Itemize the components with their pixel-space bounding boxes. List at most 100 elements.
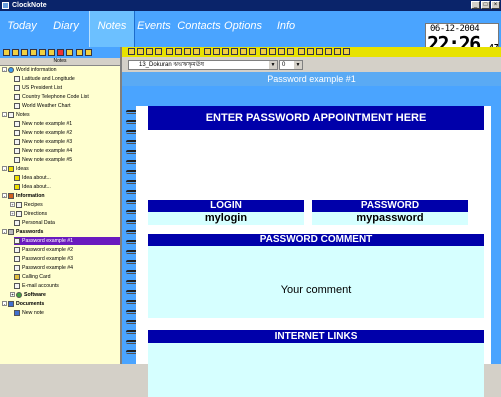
font-select[interactable]: 13_Dokuran ঝভঋৠমঊষ ▼: [128, 60, 278, 70]
find-icon[interactable]: [298, 48, 305, 55]
note-icon: [16, 201, 22, 208]
tree-item[interactable]: Calling Card: [14, 273, 51, 281]
tab-events[interactable]: Events: [134, 11, 174, 47]
note-icon: [14, 147, 20, 154]
align-right-icon[interactable]: [222, 48, 229, 55]
undo-icon[interactable]: [278, 48, 285, 55]
tree-item[interactable]: New note example #1: [14, 120, 72, 128]
note-icon: [14, 84, 20, 91]
underline-icon[interactable]: [184, 48, 191, 55]
tree-item[interactable]: Idea about...: [14, 183, 51, 191]
bullets-icon[interactable]: [231, 48, 238, 55]
align-center-icon[interactable]: [213, 48, 220, 55]
warning-icon: [14, 183, 20, 190]
tree-item-world-information[interactable]: - World information: [2, 66, 57, 74]
insert-date-icon[interactable]: [307, 48, 314, 55]
app-icon: [2, 2, 9, 9]
tree-item[interactable]: Password example #4: [14, 264, 73, 272]
tree-item[interactable]: Password example #2: [14, 246, 73, 254]
chevron-down-icon[interactable]: ▼: [294, 61, 302, 69]
italic-icon[interactable]: [175, 48, 182, 55]
note-icon: [14, 219, 20, 226]
highlight-icon[interactable]: [269, 48, 276, 55]
maximize-button[interactable]: □: [481, 1, 490, 9]
move-down-icon[interactable]: [85, 49, 92, 56]
paste-item-icon[interactable]: [48, 49, 55, 56]
comment-value[interactable]: Your comment: [148, 246, 484, 318]
preview-icon[interactable]: [334, 48, 341, 55]
main-nav: Today Diary Notes Events Contacts Option…: [0, 11, 501, 57]
tree-item-passwords[interactable]: - Passwords: [2, 228, 43, 236]
tree-item-documents[interactable]: - Documents: [2, 300, 44, 308]
tree-item[interactable]: New note: [14, 309, 44, 317]
lock-icon: [8, 228, 14, 235]
chevron-down-icon[interactable]: ▼: [269, 61, 277, 69]
delete-item-icon[interactable]: [57, 49, 64, 56]
print-icon[interactable]: [325, 48, 332, 55]
tree-header: Notes: [0, 58, 120, 66]
paste-icon[interactable]: [155, 48, 162, 55]
tree-item[interactable]: New note example #3: [14, 138, 72, 146]
tree-item[interactable]: Personal Data: [14, 219, 55, 227]
copy-item-icon[interactable]: [39, 49, 46, 56]
note-icon: [14, 75, 20, 82]
insert-image-icon[interactable]: [316, 48, 323, 55]
tab-diary[interactable]: Diary: [44, 11, 88, 47]
note-icon: [14, 102, 20, 109]
bold-icon[interactable]: [166, 48, 173, 55]
copy-icon[interactable]: [137, 48, 144, 55]
tree-item-ideas[interactable]: - Ideas: [2, 165, 29, 173]
font-color-icon[interactable]: [260, 48, 267, 55]
password-value[interactable]: mypassword: [312, 212, 468, 225]
tree-item-selected[interactable]: Password example #1: [14, 237, 120, 245]
tree-item[interactable]: Idea about...: [14, 174, 51, 182]
close-button[interactable]: ×: [491, 1, 500, 9]
tree-item-notes[interactable]: - Notes: [2, 111, 30, 119]
tree-item[interactable]: + Recipes: [10, 201, 43, 209]
tree-item[interactable]: E-mail accounts: [14, 282, 59, 290]
note-icon: [14, 255, 20, 262]
note-header: ENTER PASSWORD APPOINTMENT HERE: [148, 106, 484, 130]
tree-item-information[interactable]: - Information: [2, 192, 45, 200]
tab-options[interactable]: Options: [222, 11, 264, 47]
tree-item[interactable]: Latitude and Longitude: [14, 75, 75, 83]
edit-item-icon[interactable]: [21, 49, 28, 56]
tree-item[interactable]: + Directions: [10, 210, 47, 218]
tree-item-software[interactable]: + Software: [10, 291, 46, 299]
tree-toolbar: [0, 47, 120, 58]
rename-item-icon[interactable]: [30, 49, 37, 56]
cut-icon[interactable]: [146, 48, 153, 55]
strikethrough-icon[interactable]: [193, 48, 200, 55]
note-icon: [8, 111, 14, 118]
save-icon[interactable]: [128, 48, 135, 55]
computer-icon: [14, 309, 20, 316]
minimize-button[interactable]: _: [471, 1, 480, 9]
align-left-icon[interactable]: [204, 48, 211, 55]
indent-icon[interactable]: [240, 48, 247, 55]
tree-item[interactable]: New note example #5: [14, 156, 72, 164]
tab-contacts[interactable]: Contacts: [176, 11, 222, 47]
sort-icon[interactable]: [66, 49, 73, 56]
links-field[interactable]: [148, 343, 484, 397]
warning-icon: [8, 165, 14, 172]
tab-info[interactable]: Info: [268, 11, 304, 47]
tree-item[interactable]: New note example #2: [14, 129, 72, 137]
tree-item[interactable]: US President List: [14, 84, 62, 92]
font-size-select[interactable]: 0 ▼: [279, 60, 303, 70]
pencil-icon[interactable]: [343, 48, 350, 55]
warning-icon: [14, 174, 20, 181]
globe-icon: [8, 66, 14, 73]
new-item-icon[interactable]: [3, 49, 10, 56]
window-title: ClockNote: [12, 2, 47, 9]
tree-item[interactable]: World Weather Chart: [14, 102, 71, 110]
move-up-icon[interactable]: [76, 49, 83, 56]
tree-item[interactable]: Password example #3: [14, 255, 73, 263]
tree-item[interactable]: Country Telephone Code List: [14, 93, 89, 101]
login-value[interactable]: mylogin: [148, 212, 304, 225]
tree-item[interactable]: New note example #4: [14, 147, 72, 155]
tab-notes[interactable]: Notes: [89, 11, 135, 47]
tab-today[interactable]: Today: [0, 11, 44, 47]
new-subitem-icon[interactable]: [12, 49, 19, 56]
redo-icon[interactable]: [287, 48, 294, 55]
outdent-icon[interactable]: [249, 48, 256, 55]
